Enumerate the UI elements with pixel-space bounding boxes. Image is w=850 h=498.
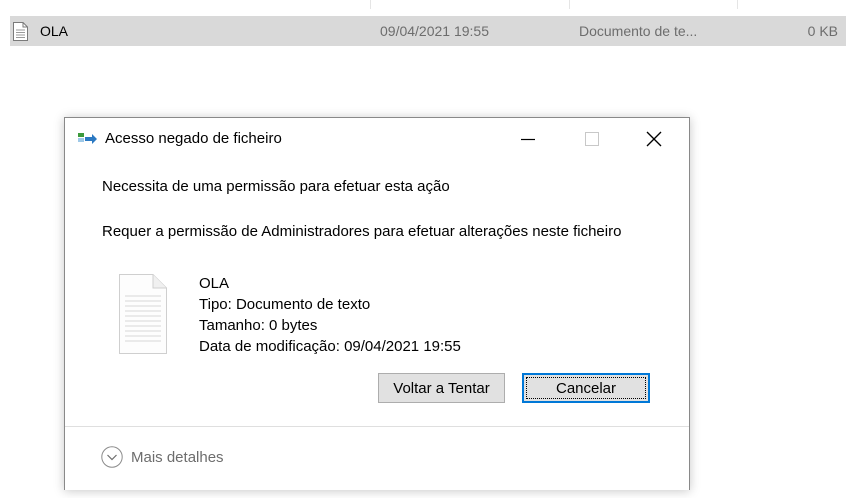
more-details-label: Mais detalhes bbox=[131, 448, 224, 466]
file-type: Documento de te... bbox=[579, 23, 698, 39]
chevron-down-icon bbox=[101, 446, 123, 468]
close-button[interactable] bbox=[631, 118, 677, 160]
column-separator[interactable] bbox=[569, 0, 570, 9]
cancel-button-label: Cancelar bbox=[555, 379, 617, 397]
dialog-heading: Necessita de uma permissão para efetuar … bbox=[102, 178, 450, 195]
dialog-title: Acesso negado de ficheiro bbox=[105, 130, 282, 147]
retry-button-label: Voltar a Tentar bbox=[393, 379, 490, 397]
column-separator[interactable] bbox=[737, 0, 738, 9]
cancel-button[interactable]: Cancelar bbox=[522, 373, 650, 403]
minimize-button[interactable] bbox=[505, 118, 551, 160]
maximize-icon bbox=[585, 132, 599, 146]
detail-file-size: Tamanho: 0 bytes bbox=[199, 317, 318, 334]
retry-button[interactable]: Voltar a Tentar bbox=[378, 373, 505, 403]
access-denied-dialog: Acesso negado de ficheiro Necessita de u… bbox=[64, 117, 690, 490]
close-icon bbox=[646, 131, 662, 147]
maximize-button[interactable] bbox=[569, 118, 615, 160]
dialog-titlebar[interactable]: Acesso negado de ficheiro bbox=[65, 118, 689, 160]
file-date: 09/04/2021 19:55 bbox=[380, 23, 489, 39]
more-details-toggle[interactable]: Mais detalhes bbox=[101, 446, 224, 468]
file-size: 0 KB bbox=[807, 23, 838, 39]
file-list-row[interactable]: OLA 09/04/2021 19:55 Documento de te... … bbox=[10, 16, 846, 46]
file-name: OLA bbox=[40, 23, 69, 39]
file-details: OLA Tipo: Documento de texto Tamanho: 0 … bbox=[199, 273, 461, 357]
detail-file-name: OLA bbox=[199, 275, 230, 292]
column-separator[interactable] bbox=[370, 0, 371, 9]
detail-file-type: Tipo: Documento de texto bbox=[199, 296, 371, 313]
text-file-icon bbox=[13, 22, 28, 41]
dialog-footer: Mais detalhes bbox=[65, 426, 689, 490]
dialog-message: Requer a permissão de Administradores pa… bbox=[102, 223, 622, 240]
document-icon bbox=[119, 274, 167, 357]
file-transfer-icon bbox=[78, 132, 98, 149]
detail-file-modified: Data de modificação: 09/04/2021 19:55 bbox=[199, 338, 461, 355]
minimize-icon bbox=[521, 138, 535, 141]
